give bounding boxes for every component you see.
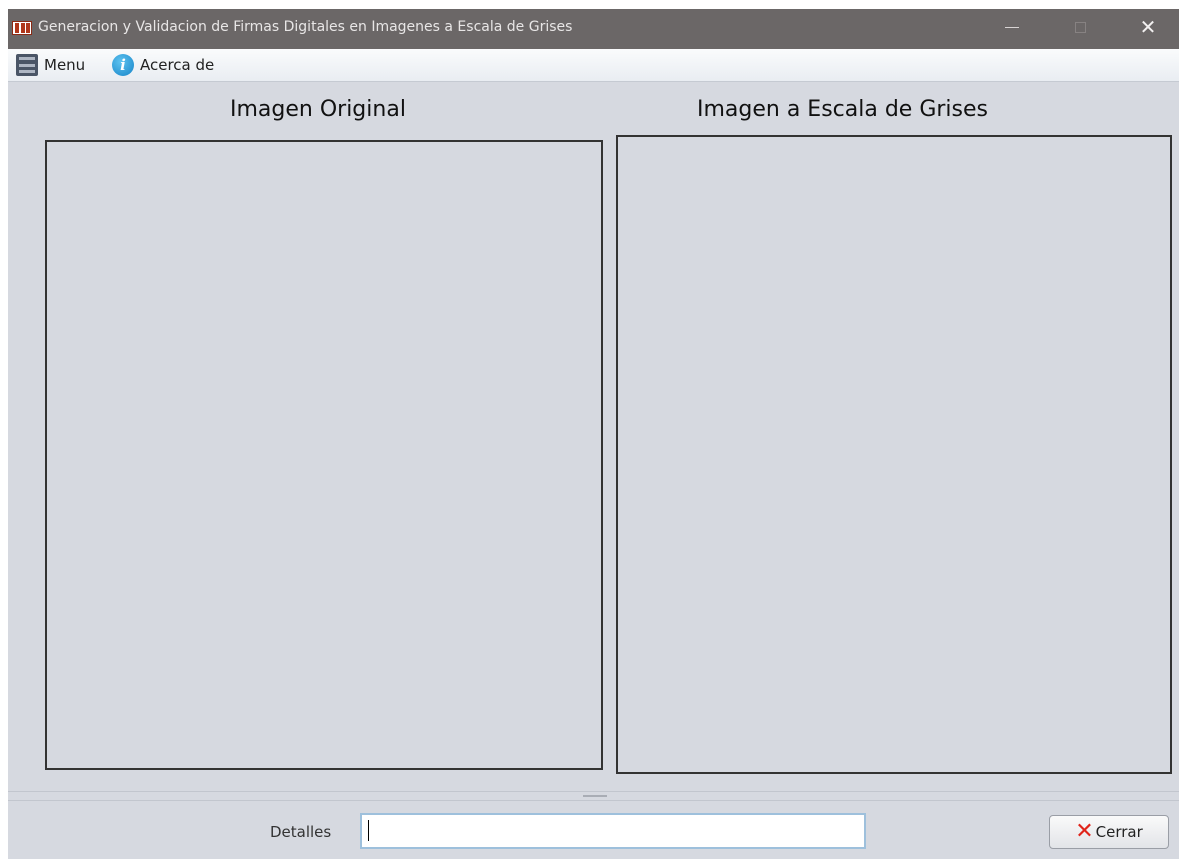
window-title: Generacion y Validacion de Firmas Digita… xyxy=(38,19,573,35)
cerrar-button[interactable]: ✕ Cerrar xyxy=(1049,815,1169,849)
details-label: Detalles xyxy=(270,823,332,841)
title-bar[interactable]: Generacion y Validacion de Firmas Digita… xyxy=(8,9,1179,49)
app-window: Generacion y Validacion de Firmas Digita… xyxy=(8,9,1179,859)
menu-item-menu-label: Menu xyxy=(44,56,86,74)
app-logo-icon xyxy=(12,21,32,35)
details-field[interactable] xyxy=(360,813,866,849)
drag-handle-icon xyxy=(583,795,607,797)
hamburger-menu-icon xyxy=(16,54,38,76)
menu-item-menu[interactable]: Menu xyxy=(16,52,85,78)
maximize-button[interactable] xyxy=(1057,9,1103,45)
menu-item-acerca-de[interactable]: i Acerca de xyxy=(112,52,214,78)
red-x-icon: ✕ xyxy=(1075,819,1094,844)
window-close-button[interactable]: ✕ xyxy=(1125,9,1171,45)
cerrar-button-label: Cerrar xyxy=(1095,823,1143,841)
minimize-button[interactable] xyxy=(989,9,1035,45)
grayscale-image-title: Imagen a Escala de Grises xyxy=(697,97,988,122)
original-image-title: Imagen Original xyxy=(230,97,406,122)
minimize-icon xyxy=(1005,26,1019,28)
close-icon: ✕ xyxy=(1139,15,1157,39)
maximize-icon xyxy=(1074,21,1086,33)
info-icon: i xyxy=(112,54,134,76)
split-pane-divider[interactable] xyxy=(8,791,1179,801)
text-caret xyxy=(368,820,369,841)
grayscale-image-panel[interactable] xyxy=(616,135,1172,774)
original-image-panel[interactable] xyxy=(45,140,603,770)
menu-bar: Menu i Acerca de xyxy=(8,49,1179,82)
menu-item-acerca-de-label: Acerca de xyxy=(140,56,215,74)
